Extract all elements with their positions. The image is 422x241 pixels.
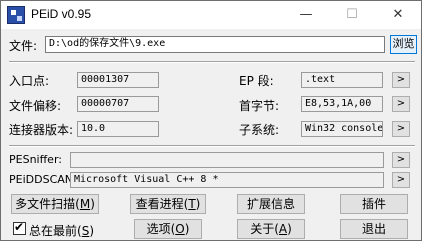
linker-version-label: 连接器版本: xyxy=(9,123,74,137)
title-bar: PEiD v0.95 — ☐ ✕ xyxy=(1,1,421,29)
plugins-button[interactable]: 插件 xyxy=(340,194,408,214)
about-hotkey: A xyxy=(278,222,288,236)
view-process-label: 查看进程 xyxy=(135,197,184,211)
subsystem-field[interactable]: Win32 console xyxy=(301,121,383,137)
separator-top xyxy=(9,61,415,63)
options-label: 选项 xyxy=(146,222,171,236)
options-hotkey: O xyxy=(175,222,185,236)
first-bytes-field[interactable]: E8,53,1A,00 xyxy=(301,96,383,112)
peiddscan-field[interactable]: Microsoft Visual C++ 8 * xyxy=(70,172,384,188)
maximize-button[interactable]: ☐ xyxy=(329,1,375,29)
always-on-top-label: 总在最前(S) xyxy=(29,224,95,238)
multi-file-scan-button[interactable]: 多文件扫描(M) xyxy=(11,194,99,214)
multi-file-scan-hotkey: M xyxy=(79,197,91,211)
pesniffer-label: PESniffer: xyxy=(9,153,62,166)
subsystem-arrow-button[interactable]: > xyxy=(392,121,410,137)
linker-version-field[interactable]: 10.0 xyxy=(77,121,159,137)
ep-section-label: EP 段: xyxy=(239,74,274,88)
subsystem-label: 子系统: xyxy=(239,123,280,137)
entry-point-label: 入口点: xyxy=(9,74,50,88)
file-path-field[interactable]: D:\od的保存文件\9.exe xyxy=(45,36,385,53)
close-button[interactable]: ✕ xyxy=(375,1,421,29)
pesniffer-arrow-button[interactable]: > xyxy=(392,152,410,168)
file-offset-label: 文件偏移: xyxy=(9,99,62,113)
about-button[interactable]: 关于(A) xyxy=(237,219,305,239)
extended-info-button[interactable]: 扩展信息 xyxy=(237,194,305,214)
file-label: 文件: xyxy=(9,39,38,53)
peiddscan-label: PEiDDSCAN: xyxy=(9,173,77,186)
ep-section-field[interactable]: .text xyxy=(301,72,383,88)
ep-section-arrow-button[interactable]: > xyxy=(392,72,410,88)
always-on-top-hotkey: S xyxy=(81,224,90,238)
pesniffer-field[interactable] xyxy=(70,152,384,168)
about-label: 关于 xyxy=(250,222,275,236)
view-process-hotkey: T xyxy=(188,197,196,211)
separator-middle xyxy=(9,145,415,147)
file-offset-field[interactable]: 00000707 xyxy=(77,96,159,112)
first-bytes-arrow-button[interactable]: > xyxy=(392,96,410,112)
multi-file-scan-label: 多文件扫描 xyxy=(15,197,76,211)
exit-button[interactable]: 退出 xyxy=(340,219,408,239)
first-bytes-label: 首字节: xyxy=(239,99,280,113)
peiddscan-arrow-button[interactable]: > xyxy=(392,172,410,188)
always-on-top-checkbox[interactable]: ✔ xyxy=(13,220,26,235)
app-icon xyxy=(7,6,25,24)
entry-point-field[interactable]: 00001307 xyxy=(77,72,159,88)
always-on-top-text: 总在最前 xyxy=(29,224,78,238)
view-process-button[interactable]: 查看进程(T) xyxy=(130,194,206,214)
browse-button[interactable]: 浏览 xyxy=(390,35,417,54)
minimize-button[interactable]: — xyxy=(283,1,329,29)
options-button[interactable]: 选项(O) xyxy=(134,219,202,239)
checkmark-icon: ✔ xyxy=(14,220,25,234)
window-title: PEiD v0.95 xyxy=(31,7,92,21)
peid-window: PEiD v0.95 — ☐ ✕ 文件: D:\od的保存文件\9.exe 浏览… xyxy=(0,0,422,241)
